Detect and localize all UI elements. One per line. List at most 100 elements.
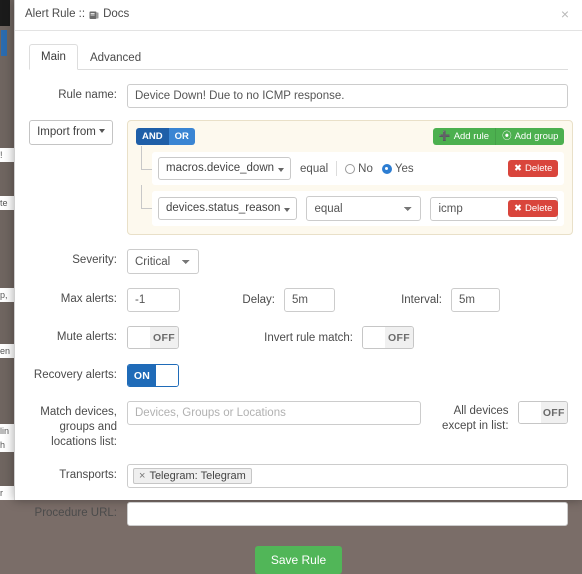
add-group-button[interactable]: ⦿ Add group bbox=[495, 128, 565, 145]
toggle-knob bbox=[128, 327, 150, 348]
save-button-container: Save Rule bbox=[29, 546, 568, 574]
add-rule-button[interactable]: ➕ Add rule bbox=[432, 128, 496, 145]
procedure-url-input[interactable] bbox=[127, 502, 568, 526]
recovery-alerts-label: Recovery alerts: bbox=[33, 369, 117, 381]
condition-radio-yes[interactable]: Yes bbox=[381, 162, 414, 175]
import-from-label: Import from bbox=[37, 126, 96, 138]
remove-chip-icon[interactable]: × bbox=[139, 470, 145, 482]
radio-unselected-icon[interactable] bbox=[345, 163, 356, 174]
book-icon bbox=[89, 11, 99, 20]
radio-selected-icon[interactable] bbox=[381, 163, 392, 174]
logic-and-button[interactable]: AND bbox=[136, 128, 169, 145]
import-from-column: Import from bbox=[29, 120, 127, 145]
delete-condition-button[interactable]: ✖ Delete bbox=[508, 200, 559, 217]
mute-invert-row: Mute alerts: OFF Invert rule match: OFF bbox=[29, 326, 568, 350]
chevron-down-icon bbox=[284, 208, 291, 212]
background-text-fragment: te bbox=[0, 196, 14, 210]
match-devices-input[interactable] bbox=[127, 401, 422, 425]
delay-label: Delay: bbox=[242, 294, 275, 306]
invert-rule-match-label: Invert rule match: bbox=[264, 332, 353, 344]
background-text-fragment: r bbox=[0, 486, 14, 500]
circle-plus-icon: ⦿ bbox=[502, 131, 512, 142]
delete-label: Delete bbox=[524, 163, 553, 174]
condition-field-select[interactable]: devices.status_reason bbox=[158, 197, 298, 220]
background-text-fragment: h bbox=[0, 438, 14, 452]
max-alerts-input[interactable] bbox=[127, 288, 180, 312]
transports-input[interactable]: × Telegram: Telegram bbox=[127, 464, 568, 488]
severity-label: Severity: bbox=[72, 254, 117, 266]
chevron-down-icon bbox=[98, 128, 105, 133]
dialog-header: Alert Rule :: Docs × bbox=[15, 0, 582, 31]
transport-chip[interactable]: × Telegram: Telegram bbox=[133, 468, 252, 484]
background-text-fragment: lin bbox=[0, 424, 14, 438]
close-icon[interactable]: × bbox=[557, 6, 573, 22]
rule-name-input[interactable] bbox=[127, 84, 568, 108]
recovery-alerts-state: ON bbox=[128, 365, 156, 386]
interval-label: Interval: bbox=[401, 294, 442, 306]
interval-input[interactable] bbox=[451, 288, 500, 312]
add-group-label: Add group bbox=[514, 131, 559, 142]
tab-advanced[interactable]: Advanced bbox=[78, 45, 153, 70]
transports-label: Transports: bbox=[59, 469, 117, 481]
query-builder-row: Import from AND OR ➕ Add rule ⦿ Add grou… bbox=[29, 120, 574, 235]
delete-condition-button[interactable]: ✖ Delete bbox=[508, 160, 559, 177]
mute-alerts-toggle[interactable]: OFF bbox=[127, 326, 179, 349]
background-text-fragment: en bbox=[0, 344, 14, 358]
rule-group: AND OR ➕ Add rule ⦿ Add group macros.dev… bbox=[127, 120, 574, 235]
rule-name-row: Rule name: bbox=[29, 84, 568, 108]
procedure-url-row: Procedure URL: bbox=[29, 502, 568, 526]
all-devices-except-state: OFF bbox=[540, 402, 568, 423]
import-from-button[interactable]: Import from bbox=[29, 120, 113, 145]
rule-name-label: Rule name: bbox=[58, 89, 117, 101]
condition-field-select[interactable]: macros.device_down bbox=[158, 157, 292, 180]
invert-rule-match-state: OFF bbox=[385, 327, 413, 348]
recovery-alerts-toggle[interactable]: ON bbox=[127, 364, 179, 387]
condition-operator-text: equal bbox=[300, 162, 329, 175]
background-highlight bbox=[1, 30, 7, 56]
toggle-knob bbox=[363, 327, 385, 348]
condition-field-label: macros.device_down bbox=[166, 162, 275, 174]
plus-icon: ➕ bbox=[438, 131, 451, 142]
match-devices-label: Match devices, groups and locations list… bbox=[29, 401, 127, 450]
rule-group-header: AND OR ➕ Add rule ⦿ Add group bbox=[136, 127, 565, 146]
group-actions: ➕ Add rule ⦿ Add group bbox=[432, 128, 565, 145]
logic-or-button[interactable]: OR bbox=[168, 128, 195, 145]
all-devices-except-line1: All devices bbox=[453, 405, 509, 417]
logic-toggle[interactable]: AND OR bbox=[136, 128, 195, 145]
severity-row: Severity: Critical bbox=[29, 249, 568, 274]
condition-radio-no[interactable]: No bbox=[345, 163, 373, 175]
chevron-down-icon bbox=[278, 168, 285, 172]
match-devices-label-line1: Match devices, bbox=[40, 406, 117, 418]
toggle-knob bbox=[156, 365, 178, 386]
mute-alerts-label: Mute alerts: bbox=[56, 331, 117, 343]
severity-select[interactable]: Critical bbox=[127, 249, 199, 274]
transport-chip-label: Telegram: Telegram bbox=[149, 470, 246, 482]
alert-rule-dialog: Alert Rule :: Docs × Main Advanced Rule … bbox=[14, 0, 582, 574]
close-x-icon: ✖ bbox=[514, 203, 522, 214]
docs-link[interactable]: Docs bbox=[103, 8, 129, 20]
timing-row: Max alerts: Delay: Interval: bbox=[29, 288, 568, 312]
condition-row: devices.status_reason equal ✖ Delete bbox=[140, 185, 565, 226]
background-text-fragment: p, bbox=[0, 288, 14, 302]
background-text-fragment: ! bbox=[0, 148, 14, 162]
tab-main[interactable]: Main bbox=[29, 44, 78, 70]
save-rule-button[interactable]: Save Rule bbox=[254, 546, 343, 574]
delete-label: Delete bbox=[524, 203, 553, 214]
procedure-url-label: Procedure URL: bbox=[34, 507, 117, 519]
match-devices-label-line3: locations list: bbox=[51, 436, 117, 448]
close-x-icon: ✖ bbox=[514, 163, 522, 174]
dialog-title: Alert Rule :: Docs bbox=[25, 8, 129, 20]
all-devices-except-toggle[interactable]: OFF bbox=[517, 401, 569, 424]
mute-alerts-state: OFF bbox=[150, 327, 178, 348]
all-devices-except-label: All devices except in list: bbox=[421, 401, 517, 434]
invert-rule-match-toggle[interactable]: OFF bbox=[362, 326, 414, 349]
alert-rule-form: Rule name: Import from AND OR ➕ bbox=[15, 84, 582, 574]
radio-yes-label: Yes bbox=[394, 162, 414, 175]
dialog-title-text: Alert Rule :: bbox=[25, 8, 86, 20]
all-devices-except-line2: except in list: bbox=[442, 420, 509, 432]
background-topbar bbox=[0, 0, 10, 26]
condition-operator-select[interactable]: equal bbox=[306, 196, 422, 221]
radio-no-label: No bbox=[358, 162, 373, 175]
toggle-knob bbox=[518, 402, 541, 423]
delay-input[interactable] bbox=[284, 288, 335, 312]
